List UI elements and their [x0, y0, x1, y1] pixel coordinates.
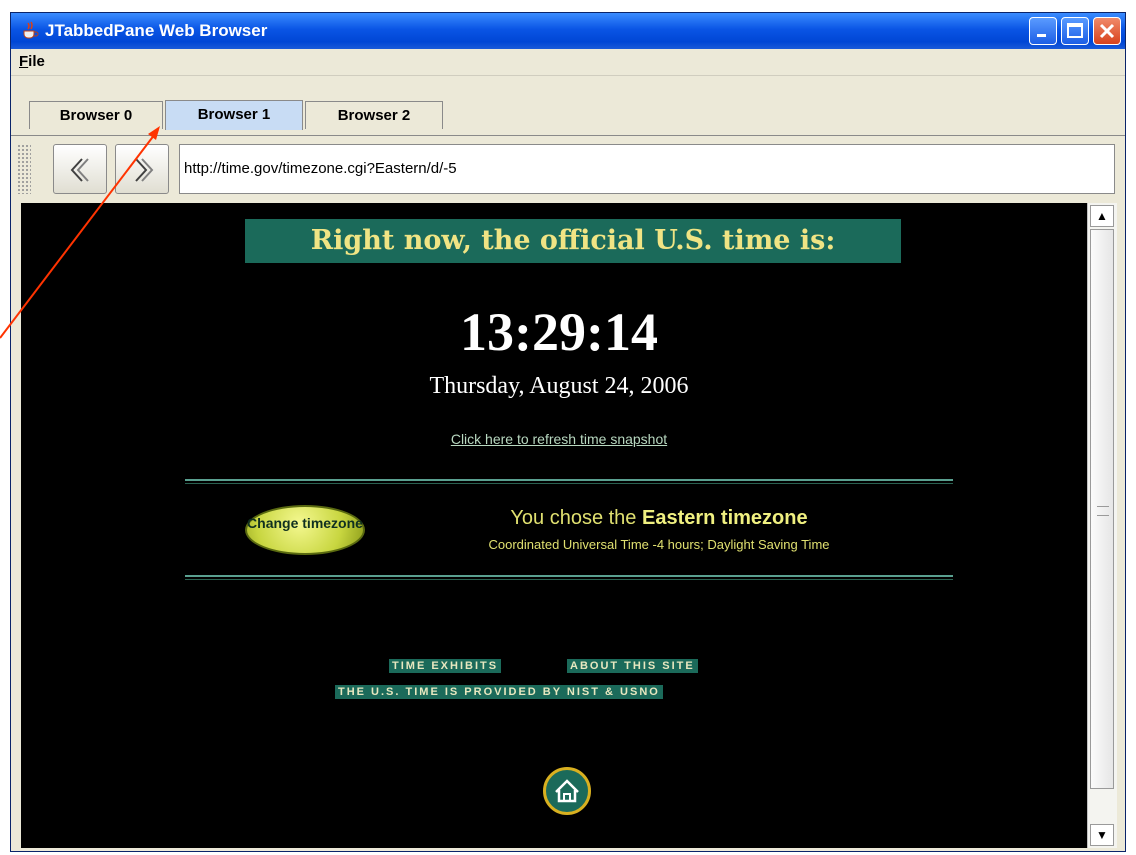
- close-icon: [1099, 23, 1115, 39]
- navigation-toolbar: http://time.gov/timezone.cgi?Eastern/d/-…: [11, 135, 1125, 200]
- tab-browser-2[interactable]: Browser 2: [305, 101, 443, 129]
- divider-top: [185, 479, 953, 484]
- divider-bottom: [185, 575, 953, 580]
- menu-file[interactable]: File: [19, 53, 45, 70]
- java-cup-icon: [23, 21, 39, 39]
- current-time: 13:29:14: [460, 302, 658, 362]
- title-bar[interactable]: JTabbedPane Web Browser: [11, 13, 1125, 49]
- page-headline: Right now, the official U.S. time is:: [245, 219, 901, 263]
- menu-bar: File: [11, 49, 1125, 76]
- vertical-scrollbar[interactable]: ▲ ▼: [1087, 203, 1117, 848]
- minimize-icon: [1037, 34, 1046, 37]
- browser-window: JTabbedPane Web Browser File Browser 0 B…: [10, 12, 1126, 852]
- change-timezone-button[interactable]: Change timezone: [245, 505, 365, 555]
- double-chevron-right-icon: [135, 158, 154, 182]
- forward-button[interactable]: [115, 144, 169, 194]
- url-field[interactable]: http://time.gov/timezone.cgi?Eastern/d/-…: [179, 144, 1115, 194]
- tab-browser-0[interactable]: Browser 0: [29, 101, 163, 129]
- maximize-button[interactable]: [1061, 17, 1089, 45]
- double-chevron-left-icon: [70, 158, 89, 182]
- current-date: Thursday, August 24, 2006: [429, 373, 689, 399]
- window-title: JTabbedPane Web Browser: [45, 21, 268, 40]
- timezone-name: Eastern timezone: [642, 507, 808, 529]
- home-icon: [555, 779, 579, 803]
- timezone-chosen: You chose the Eastern timezone: [351, 507, 967, 530]
- refresh-link[interactable]: Click here to refresh time snapshot: [21, 431, 1097, 447]
- provided-by-text[interactable]: The U.S. time is provided by NIST & USNO: [335, 685, 663, 699]
- tab-browser-1[interactable]: Browser 1: [165, 100, 303, 130]
- about-site-link[interactable]: About this site: [567, 659, 698, 673]
- time-exhibits-link[interactable]: Time Exhibits: [389, 659, 502, 673]
- scroll-up-button[interactable]: ▲: [1090, 205, 1114, 227]
- timezone-prefix: You chose the: [510, 507, 637, 529]
- scroll-thumb[interactable]: [1090, 229, 1114, 789]
- toolbar-grip[interactable]: [17, 144, 31, 194]
- close-button[interactable]: [1093, 17, 1121, 45]
- maximize-icon: [1067, 23, 1083, 38]
- timezone-detail: Coordinated Universal Time -4 hours; Day…: [488, 537, 830, 552]
- home-button[interactable]: [543, 767, 591, 815]
- back-button[interactable]: [53, 144, 107, 194]
- tab-strip: Browser 0 Browser 1 Browser 2: [11, 75, 1125, 130]
- scroll-down-button[interactable]: ▼: [1090, 824, 1114, 846]
- minimize-button[interactable]: [1029, 17, 1057, 45]
- web-content: Right now, the official U.S. time is: 13…: [21, 203, 1107, 848]
